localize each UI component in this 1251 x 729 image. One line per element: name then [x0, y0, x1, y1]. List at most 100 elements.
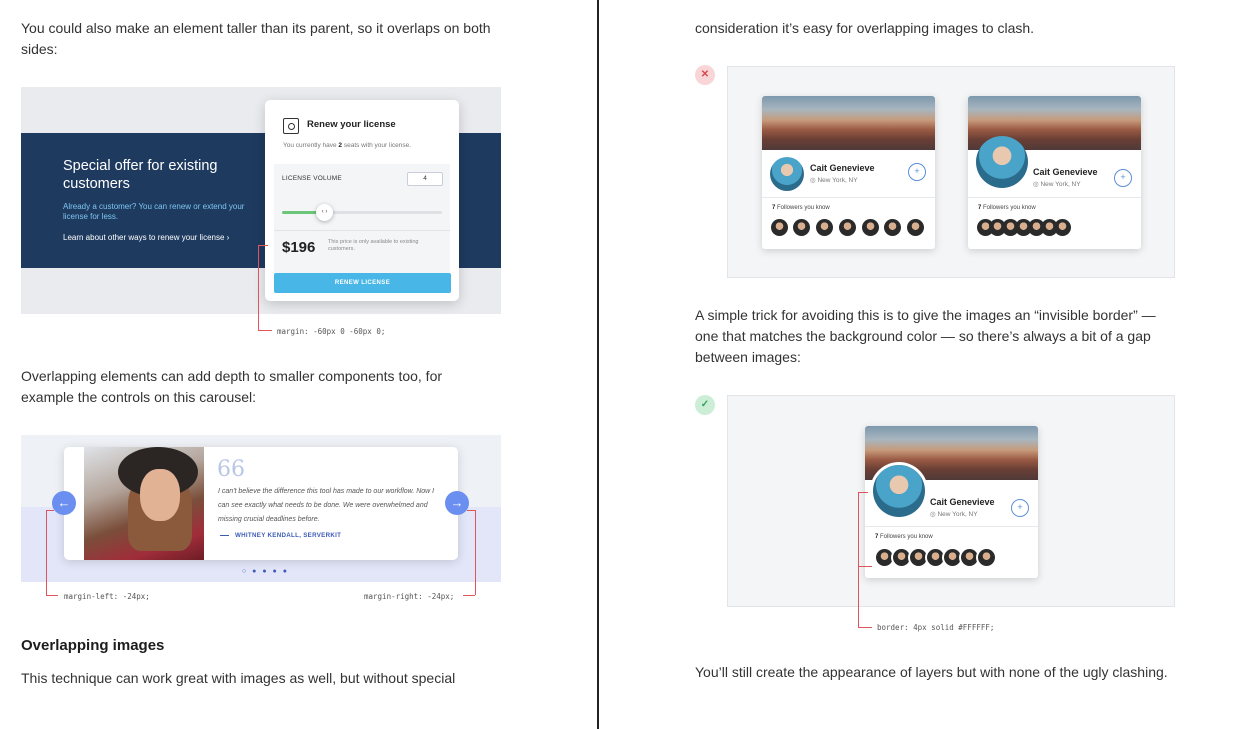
offer-link[interactable]: Learn about other ways to renew your lic…: [63, 233, 229, 242]
profile-name: Cait Genevieve: [930, 497, 995, 507]
profile-name: Cait Genevieve: [1033, 167, 1098, 177]
license-figure: Special offer for existing customers Alr…: [21, 87, 501, 314]
section-heading: Overlapping images: [21, 637, 165, 654]
testimonial-photo: [84, 447, 204, 560]
annotation-line: [467, 510, 475, 511]
volume-slider-knob[interactable]: ‹ ›: [316, 204, 333, 221]
carousel-paragraph: Overlapping elements can add depth to sm…: [21, 368, 443, 405]
price-separator: [274, 230, 450, 231]
good-example-icon: ✓: [695, 395, 715, 415]
trick-paragraph: A simple trick for avoiding this is to g…: [695, 307, 1156, 365]
page-divider: [597, 0, 599, 729]
price-note: This price is only available to existing…: [328, 239, 419, 252]
annotation-line: [258, 330, 272, 331]
profile-banner: [762, 96, 935, 150]
profile-separator: [968, 197, 1141, 198]
follower-avatar: [961, 549, 978, 566]
annotation-line: [258, 245, 268, 246]
profile-separator: [865, 526, 1038, 527]
license-body: LICENSE VOLUME 4 ‹ › $196 This price is …: [274, 164, 450, 274]
volume-slider-track[interactable]: [282, 211, 442, 214]
follower-avatar: [893, 549, 910, 566]
carousel-next-button[interactable]: →: [445, 491, 469, 515]
location-icon: ◎: [810, 177, 816, 184]
price-value: $196: [282, 239, 316, 256]
good-example-panel: Cait Genevieve ◎ New York, NY + 7 Follow…: [727, 395, 1175, 607]
offer-subtitle: Already a customer? You can renew or ext…: [63, 202, 245, 221]
seats-text: You currently have 2 seats with your lic…: [283, 142, 411, 149]
follower-avatar: [771, 219, 788, 236]
bad-example-icon: ✕: [695, 65, 715, 85]
closing-paragraph: You’ll still create the appearance of la…: [695, 664, 1168, 680]
profile-location: ◎ New York, NY: [810, 176, 858, 184]
profile-separator: [762, 197, 935, 198]
follower-avatar: [876, 549, 893, 566]
profile-avatar: [770, 157, 804, 191]
followers-label: Followers you know: [981, 205, 1036, 211]
profile-location: ◎ New York, NY: [1033, 180, 1081, 188]
followers-text: 7 Followers you know: [875, 534, 933, 540]
add-friend-icon[interactable]: +: [908, 163, 926, 181]
followers-text: 7 Followers you know: [978, 205, 1036, 211]
followers-label: Followers you know: [775, 205, 830, 211]
add-friend-icon[interactable]: +: [1011, 499, 1029, 517]
margin-left-annotation: margin-left: -24px;: [64, 592, 150, 601]
bad-example-panel: Cait Genevieve ◎ New York, NY + 7 Follow…: [727, 66, 1175, 278]
follower-avatar: [839, 219, 856, 236]
profile-location: ◎ New York, NY: [930, 510, 978, 518]
follower-avatar: [907, 219, 924, 236]
annotation-line: [858, 492, 859, 627]
carousel-dots[interactable]: ○ ● ● ● ●: [242, 568, 289, 575]
border-annotation: border: 4px solid #FFFFFF;: [877, 623, 995, 632]
follower-avatar: [944, 549, 961, 566]
location-icon: ◎: [1033, 181, 1039, 188]
followers-text: 7 Followers you know: [772, 205, 830, 211]
follower-avatar: [793, 219, 810, 236]
profile-avatar: [873, 465, 925, 517]
annotation-line: [463, 595, 475, 596]
certificate-icon: [283, 118, 299, 134]
follower-avatar: [816, 219, 833, 236]
follower-avatar: [927, 549, 944, 566]
section-paragraph: This technique can work great with image…: [21, 670, 456, 686]
margin-annotation: margin: -60px 0 -60px 0;: [277, 327, 386, 336]
profile-card: Cait Genevieve ◎ New York, NY + 7 Follow…: [865, 426, 1038, 578]
followers-label: Followers you know: [878, 534, 933, 540]
volume-label: LICENSE VOLUME: [282, 175, 342, 182]
testimonial-quote: I can't believe the difference this tool…: [218, 488, 435, 523]
quote-icon: 66: [217, 457, 245, 482]
license-card-title: Renew your license: [307, 119, 396, 130]
annotation-line: [46, 595, 58, 596]
margin-right-annotation: margin-right: -24px;: [364, 592, 455, 601]
annotation-line: [46, 510, 54, 511]
annotation-line: [258, 245, 259, 330]
profile-avatar: [976, 136, 1028, 188]
offer-title: Special offer for existing customers: [63, 158, 218, 192]
testimonial-author: WHITNEY KENDALL, SERVERKIT: [220, 532, 341, 539]
intro-paragraph: You could also make an element taller th…: [21, 20, 491, 57]
renew-license-button[interactable]: RENEW LICENSE: [274, 273, 451, 293]
profile-location-text: New York, NY: [937, 511, 978, 518]
annotation-line: [475, 510, 476, 595]
add-friend-icon[interactable]: +: [1114, 169, 1132, 187]
profile-name: Cait Genevieve: [810, 163, 875, 173]
seats-prefix: You currently have: [283, 142, 339, 149]
follower-avatar: [910, 549, 927, 566]
seats-suffix: seats with your license.: [342, 142, 412, 149]
profile-location-text: New York, NY: [1040, 181, 1081, 188]
testimonial-card: 66 I can't believe the difference this t…: [64, 447, 458, 560]
annotation-line: [858, 627, 872, 628]
volume-input[interactable]: 4: [407, 172, 443, 186]
continued-paragraph: consideration it’s easy for overlapping …: [695, 20, 1035, 36]
carousel-prev-button[interactable]: ←: [52, 491, 76, 515]
photo-face: [140, 469, 180, 521]
annotation-line: [858, 566, 872, 567]
follower-avatar: [862, 219, 879, 236]
license-card: Renew your license You currently have 2 …: [265, 100, 459, 301]
location-icon: ◎: [930, 511, 936, 518]
profile-card: Cait Genevieve ◎ New York, NY + 7 Follow…: [762, 96, 935, 249]
follower-avatar: [978, 549, 995, 566]
follower-avatar: [1054, 219, 1071, 236]
annotation-line: [858, 492, 868, 493]
follower-avatar: [884, 219, 901, 236]
